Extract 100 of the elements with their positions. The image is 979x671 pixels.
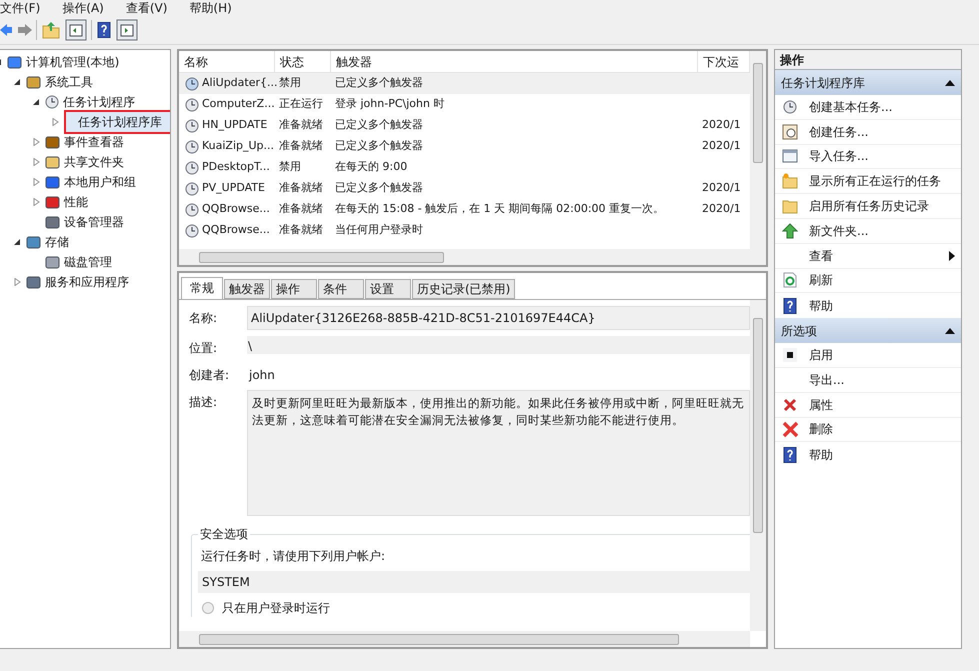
task-row[interactable]: QQBrowse... 准备就绪 在每天的 15:08 - 触发后，在 1 天 期间每隔 02:00:00 重复一次。 2020/1 <box>179 199 750 220</box>
clock-icon <box>185 118 199 132</box>
action-item[interactable]: 查看 <box>809 246 939 265</box>
vertical-scrollbar[interactable] <box>750 51 766 249</box>
action-item[interactable]: 导出... <box>809 370 955 389</box>
tab[interactable]: 设置 <box>365 279 411 299</box>
tree-item[interactable]: 计算机管理(本地) <box>26 53 120 71</box>
action-item[interactable]: 创建任务... <box>809 122 955 141</box>
expanded-arrow-icon[interactable] <box>14 238 20 246</box>
table-cell-text: 准备就绪 <box>278 180 324 196</box>
tab[interactable]: 条件 <box>318 279 364 299</box>
table-cell-text: 已定义多个触发器 <box>334 117 424 134</box>
menu-item[interactable]: 文件(F) <box>0 1 40 15</box>
tab[interactable]: 历史记录(已禁用) <box>412 279 516 299</box>
collapsed-arrow-icon[interactable] <box>32 178 40 186</box>
location-field[interactable]: \ <box>247 336 750 354</box>
tree-item[interactable]: 系统工具 <box>45 73 93 91</box>
collapsed-arrow-icon[interactable] <box>14 278 20 286</box>
panel-toggle-icon[interactable] <box>116 18 138 40</box>
table-cell-text: QQBrowse... <box>202 222 270 238</box>
panel-toggle-icon[interactable] <box>65 18 87 40</box>
description-field[interactable]: 及时更新阿里旺旺为最新版本，使用推出的新功能。如果此任务被停用或中断，阿里旺旺就无法更新，这意味着可能潜在安全漏洞无法被修复，同时某些新功能不能进行使用。 <box>247 390 750 516</box>
panel-title: 操作 <box>775 50 961 70</box>
table-cell: 2020/1 <box>702 202 741 216</box>
menu-item[interactable]: 查看(V) <box>126 1 168 15</box>
refresh-icon <box>782 272 798 288</box>
clock-icon <box>185 140 199 154</box>
table-cell-text: PV_UPDATE <box>202 180 265 196</box>
author-value: john <box>248 367 276 384</box>
table-cell-text: 当任何用户登录时 <box>334 222 424 238</box>
back-arrow-icon[interactable] <box>0 22 12 36</box>
action-item[interactable]: 显示所有正在运行的任务 <box>809 172 955 190</box>
clock-icon <box>185 224 199 238</box>
task-row[interactable]: ComputerZ... 正在运行 登录 john-PC\john 时 <box>179 94 750 115</box>
table-cell-text: QQBrowse... <box>202 201 270 218</box>
forward-arrow-icon[interactable] <box>16 22 32 36</box>
task-row[interactable]: PV_UPDATE 准备就绪 已定义多个触发器 2020/1 <box>179 178 750 199</box>
task-row[interactable]: HN_UPDATE 准备就绪 已定义多个触发器 2020/1 <box>179 115 750 136</box>
tree-item[interactable]: 服务和应用程序 <box>45 273 129 291</box>
radio-button[interactable] <box>202 602 214 614</box>
menu-item[interactable]: 操作(A) <box>62 1 104 15</box>
up-arrow-icon <box>782 222 798 239</box>
section-header[interactable]: 任务计划程序库 <box>775 70 961 95</box>
action-item[interactable]: 启用 <box>809 346 955 364</box>
table-cell-text: 准备就绪 <box>278 138 324 154</box>
tree-item[interactable]: 事件查看器 <box>64 133 124 151</box>
stop-icon <box>782 347 798 364</box>
column-header[interactable]: 状态 <box>275 51 331 72</box>
help-icon <box>96 22 112 38</box>
name-field[interactable]: AliUpdater{3126E268-885B-421D-8C51-2101697E44CA} <box>247 306 750 330</box>
tree-item[interactable]: 性能 <box>64 193 88 211</box>
tab[interactable]: 操作 <box>271 279 317 299</box>
tree-item[interactable]: 磁盘管理 <box>64 253 112 271</box>
task-row[interactable]: QQBrowse... 准备就绪 当任何用户登录时 <box>179 220 750 241</box>
expanded-arrow-icon[interactable] <box>32 98 40 106</box>
tree-item[interactable]: 存储 <box>45 233 69 251</box>
section-header[interactable]: 所选项 <box>775 318 961 344</box>
action-item[interactable]: 导入任务... <box>809 147 955 166</box>
account-field[interactable]: SYSTEM <box>198 571 750 593</box>
column-header[interactable]: 名称 <box>179 51 275 72</box>
collapse-arrow-icon[interactable] <box>945 328 955 334</box>
table-cell-text: 已定义多个触发器 <box>334 138 424 154</box>
vertical-scrollbar[interactable] <box>750 300 766 631</box>
table-cell-text: 登录 john-PC\john 时 <box>334 96 446 112</box>
action-item[interactable]: 属性 <box>809 396 955 414</box>
action-item[interactable]: 删除 <box>809 420 955 438</box>
clock-icon <box>185 202 199 216</box>
task-row[interactable]: KuaiZip_Up... 准备就绪 已定义多个触发器 2020/1 <box>179 136 750 157</box>
tree-item[interactable]: 共享文件夹 <box>64 153 124 171</box>
table-cell: 2020/1 <box>702 181 741 194</box>
action-item[interactable]: 刷新 <box>809 271 955 290</box>
clock-icon <box>45 95 59 109</box>
action-item[interactable]: 启用所有任务历史记录 <box>809 197 955 216</box>
action-item[interactable]: 创建基本任务... <box>809 98 955 116</box>
action-item[interactable]: 帮助 <box>809 446 955 464</box>
horizontal-scrollbar[interactable] <box>179 249 766 265</box>
table-cell-text: 禁用 <box>278 159 302 176</box>
collapsed-arrow-icon[interactable] <box>52 118 58 126</box>
expanded-arrow-icon[interactable] <box>14 78 20 86</box>
menu-item[interactable]: 帮助(H) <box>189 1 232 15</box>
tree-item[interactable]: 本地用户和组 <box>64 173 136 191</box>
task-row[interactable]: AliUpdater{...禁用 已定义多个触发器 <box>179 73 750 94</box>
tab[interactable]: 常规 <box>181 277 223 299</box>
action-item[interactable]: 帮助 <box>809 296 955 315</box>
horizontal-scrollbar[interactable] <box>179 631 750 647</box>
action-item[interactable]: 新文件夹... <box>809 222 955 240</box>
collapsed-arrow-icon[interactable] <box>32 138 40 146</box>
collapse-arrow-icon[interactable] <box>945 80 955 86</box>
table-cell-text: 已定义多个触发器 <box>334 75 424 92</box>
table-cell: 2020/1 <box>702 139 741 152</box>
task-row[interactable]: PDesktopT... 禁用 在每天的 9:00 <box>179 157 750 178</box>
tree-item[interactable]: 设备管理器 <box>64 213 124 231</box>
tab[interactable]: 触发器 <box>224 279 270 299</box>
collapsed-arrow-icon[interactable] <box>32 198 40 206</box>
tree-item[interactable]: 任务计划程序库 <box>64 110 170 134</box>
collapsed-arrow-icon[interactable] <box>32 158 40 166</box>
tree-item[interactable]: 任务计划程序 <box>63 93 135 111</box>
table-cell: 2020/1 <box>702 118 741 132</box>
column-header[interactable]: 触发器 <box>331 51 698 72</box>
table-cell-text: 在每天的 9:00 <box>334 159 408 176</box>
